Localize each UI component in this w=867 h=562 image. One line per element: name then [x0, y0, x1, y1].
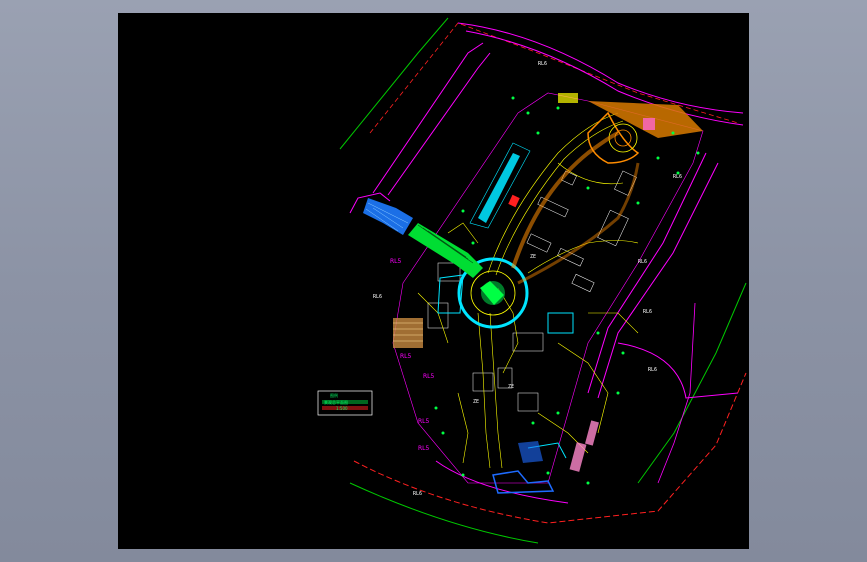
tag-right-2: RL6: [648, 367, 657, 373]
blue-hatch-area: [363, 198, 413, 235]
orange-hatched-building: [393, 318, 423, 348]
green-boundary-right: [637, 282, 747, 484]
area-tag-2: RL5: [400, 353, 412, 360]
green-walkway: [408, 223, 483, 278]
road-tag-top: RL6: [538, 61, 547, 67]
green-boundary-upper: [339, 17, 449, 150]
tag-right-4: RL6: [638, 259, 647, 265]
road-right-lower: [617, 342, 739, 399]
area-tag-3: RL5: [423, 373, 435, 380]
legend-line2: 1:500: [336, 406, 348, 411]
block-label-2: ZE: [473, 399, 479, 405]
legend-box: 图例 景观总平面图 1:500: [317, 390, 373, 416]
block-label-3: ZE: [530, 254, 536, 260]
blue-building-bottom-2: [518, 441, 543, 463]
tag-bottom-left: RL6: [413, 491, 422, 497]
tag-left: RL6: [373, 294, 382, 300]
block-label-1: ZE: [508, 384, 514, 390]
road-left-diagonal: [372, 42, 484, 194]
pink-building-1: [569, 442, 587, 472]
road-top-curve-inner: [465, 30, 744, 126]
tag-right-3: RL6: [673, 174, 682, 180]
red-marker-block: [508, 194, 520, 208]
road-right-vertical: [657, 302, 696, 484]
area-tag-4: RL5: [418, 418, 430, 425]
water-pool-lower: [547, 312, 574, 334]
water-channel: [478, 153, 520, 223]
tree-markers: [434, 96, 700, 485]
road-right-edge-2: [597, 162, 719, 399]
cad-drawing-canvas[interactable]: RL5 RL5 RL5 RL5 RL5 RL6 RL6 RL6 RL6 RL6 …: [118, 13, 749, 549]
legend-title: 图例: [330, 392, 338, 398]
area-tag-5: RL5: [418, 445, 430, 452]
road-top-curve: [457, 22, 744, 114]
site-plan-drawing: RL5 RL5 RL5 RL5 RL5 RL6 RL6 RL6 RL6 RL6 …: [317, 17, 747, 544]
tag-right-1: RL6: [643, 309, 652, 315]
road-right-edge: [587, 152, 707, 394]
road-left-diagonal-2: [387, 52, 491, 196]
legend-line1: 景观总平面图: [324, 399, 348, 405]
area-tag-1: RL5: [390, 258, 402, 265]
pink-building-2: [585, 420, 599, 446]
